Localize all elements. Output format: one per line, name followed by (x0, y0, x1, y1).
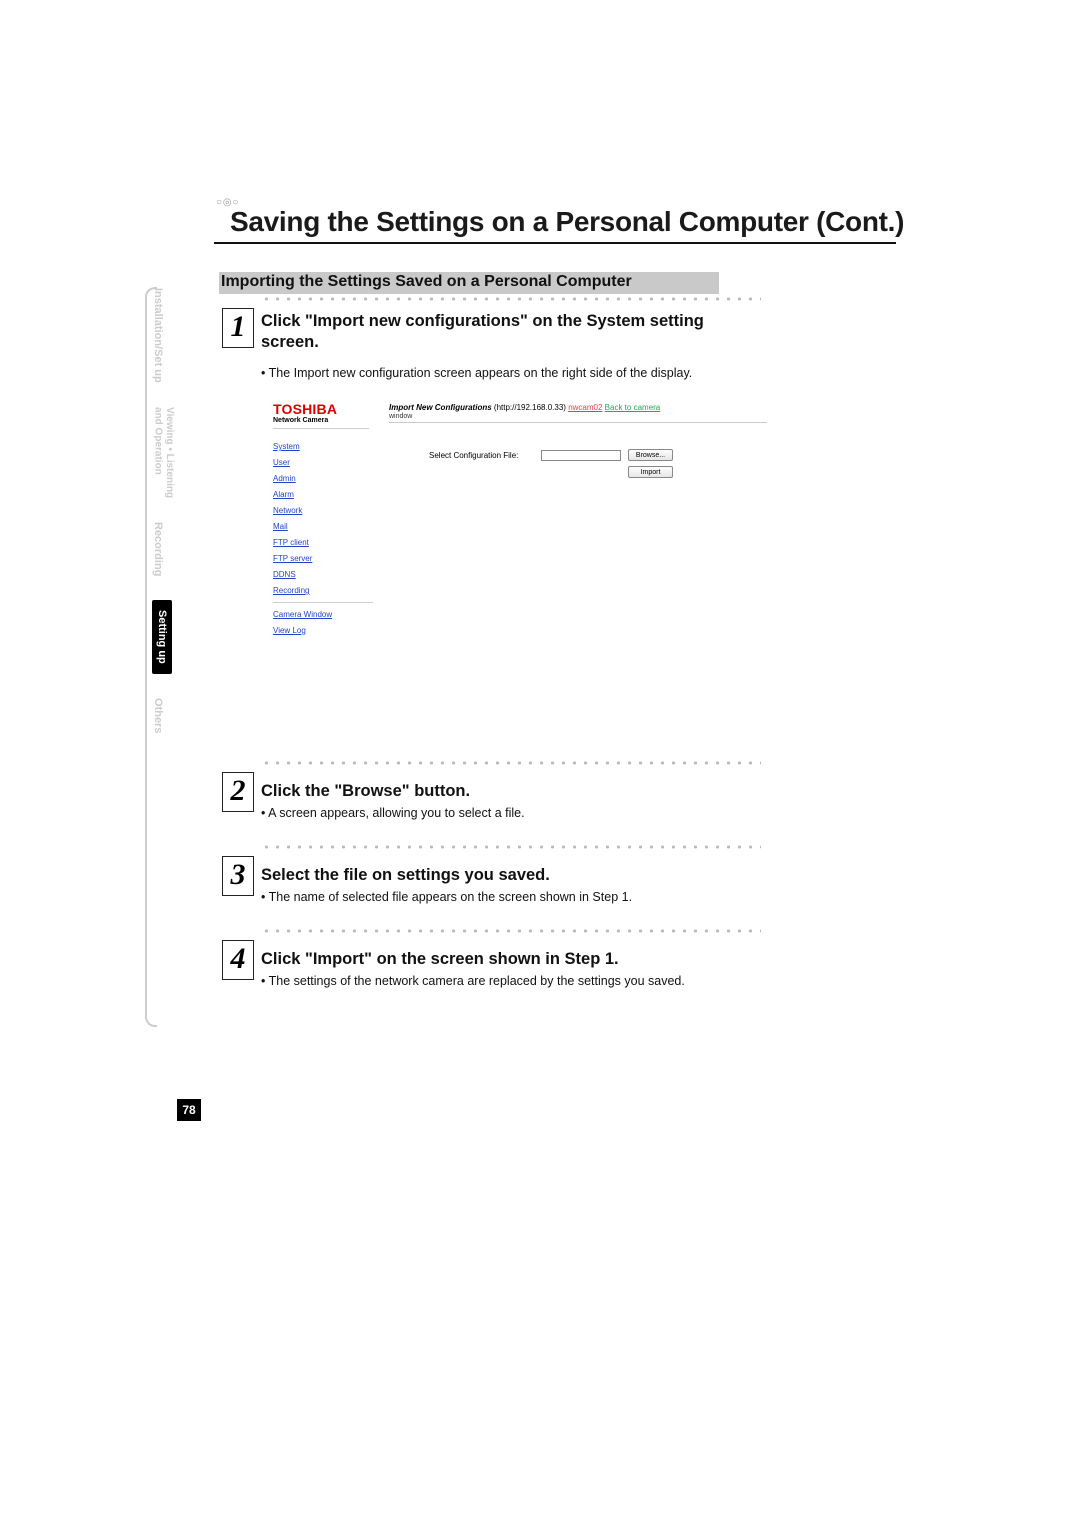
nav-camerawindow[interactable]: Camera Window (273, 610, 373, 619)
nav-viewlog[interactable]: View Log (273, 626, 373, 635)
tab-installation: Installation/Set up (152, 288, 164, 383)
nav-system[interactable]: System (273, 442, 373, 451)
step-3-body: The name of selected file appears on the… (261, 889, 781, 906)
step-1-body: The Import new configuration screen appe… (261, 365, 781, 382)
brand-line (273, 428, 369, 429)
side-tabs: Installation/Set up Viewing • Listening … (152, 288, 190, 758)
screenshot-title-bold: Import New Configurations (389, 403, 492, 412)
nav-user[interactable]: User (273, 458, 373, 467)
section-heading: Importing the Settings Saved on a Person… (219, 272, 719, 294)
screenshot-title: Import New Configurations (http://192.16… (389, 403, 660, 412)
nav-recording[interactable]: Recording (273, 586, 373, 595)
step-3-title: Select the file on settings you saved. (261, 865, 761, 886)
brand-subtitle: Network Camera (273, 417, 328, 424)
dots-separator (261, 928, 761, 934)
import-config-screenshot: TOSHIBA Network Camera Import New Config… (261, 395, 781, 711)
dots-separator (261, 844, 761, 850)
config-file-input[interactable] (541, 450, 621, 461)
tab-setting-up: Setting up (152, 600, 172, 674)
dots-separator (261, 760, 761, 766)
step-4-title: Click "Import" on the screen shown in St… (261, 949, 761, 970)
nav-admin[interactable]: Admin (273, 474, 373, 483)
step-4-body: The settings of the network camera are r… (261, 973, 781, 990)
nav-mail[interactable]: Mail (273, 522, 373, 531)
title-rule (214, 242, 896, 244)
tab-recording: Recording (152, 522, 164, 576)
nav-ftpclient[interactable]: FTP client (273, 538, 373, 547)
nav-ddns[interactable]: DDNS (273, 570, 373, 579)
screenshot-nav: System User Admin Alarm Network Mail FTP… (273, 435, 373, 642)
step-number-2: 2 (222, 772, 254, 812)
import-button[interactable]: Import (628, 466, 673, 478)
screenshot-title-sub: window (389, 413, 412, 420)
step-number-3: 3 (222, 856, 254, 896)
step-2-body: A screen appears, allowing you to select… (261, 805, 781, 822)
browse-button[interactable]: Browse... (628, 449, 673, 461)
page-title: Saving the Settings on a Personal Comput… (230, 206, 904, 238)
back-to-camera-link[interactable]: Back to camera (605, 403, 661, 412)
tab-viewing: Viewing • Listening and Operation (152, 407, 175, 498)
nav-network[interactable]: Network (273, 506, 373, 515)
step-2-title: Click the "Browse" button. (261, 781, 761, 802)
step-number-1: 1 (222, 308, 254, 348)
config-file-label: Select Configuration File: (429, 451, 518, 460)
brand-logo: TOSHIBA (273, 401, 337, 417)
nav-separator (273, 602, 373, 603)
tab-others: Others (152, 698, 164, 733)
nav-alarm[interactable]: Alarm (273, 490, 373, 499)
page-number: 78 (177, 1099, 201, 1121)
step-number-4: 4 (222, 940, 254, 980)
nav-ftpserver[interactable]: FTP server (273, 554, 373, 563)
dots-separator (261, 296, 761, 302)
screenshot-top-line (389, 422, 767, 423)
screenshot-url: (http://192.168.0.33) (494, 403, 568, 412)
camera-name-link[interactable]: nwcam02 (568, 403, 602, 412)
step-1-title: Click "Import new configurations" on the… (261, 311, 761, 352)
